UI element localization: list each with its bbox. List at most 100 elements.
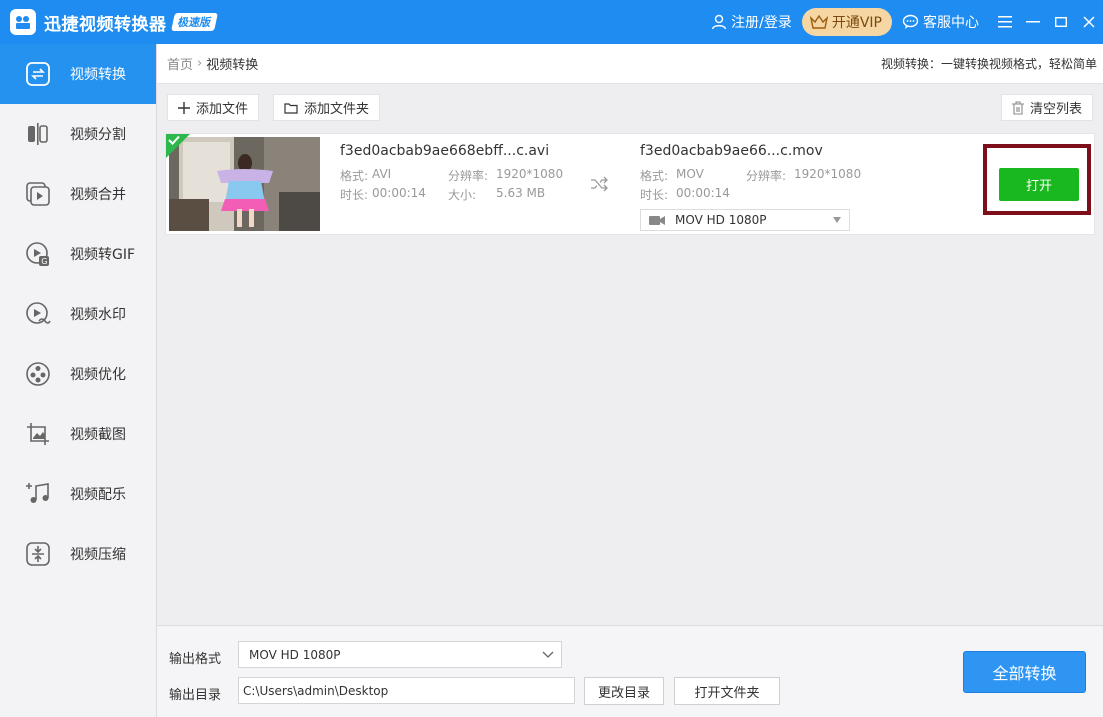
convert-all-button[interactable]: 全部转换 <box>963 651 1086 693</box>
target-resolution-value: 1920*1080 <box>794 167 862 181</box>
target-duration-value: 00:00:14 <box>676 186 730 200</box>
checkmark-icon <box>168 135 180 145</box>
toolbar: 添加文件 添加文件夹 清空列表 <box>157 84 1103 130</box>
breadcrumb-current: 视频转换 <box>206 58 259 73</box>
target-format-dropdown[interactable]: MOV HD 1080P <box>640 209 850 231</box>
plus-icon <box>178 101 190 114</box>
target-resolution-label: 分辨率: <box>746 169 787 183</box>
menu-button[interactable] <box>991 0 1019 44</box>
customer-service-button[interactable]: 客服中心 <box>902 12 979 32</box>
breadcrumb-bar: 首页 › 视频转换 视频转换：一键转换视频格式，轻松简单 <box>157 44 1103 84</box>
change-directory-button[interactable]: 更改目录 <box>584 677 664 705</box>
source-duration-label: 时长: <box>340 188 369 202</box>
page-tagline: 视频转换：一键转换视频格式，轻松简单 <box>880 57 1097 71</box>
screenshot-icon <box>24 420 52 448</box>
trash-icon <box>1012 100 1024 115</box>
breadcrumb-home[interactable]: 首页 <box>167 54 193 73</box>
video-camera-icon <box>649 215 665 225</box>
open-button[interactable]: 打开 <box>999 168 1079 201</box>
hamburger-icon <box>998 16 1012 28</box>
app-title: 迅捷视频转换器 <box>44 14 167 35</box>
clear-list-button[interactable]: 清空列表 <box>1001 94 1094 121</box>
convert-all-label: 全部转换 <box>992 664 1057 683</box>
sidebar-item-video-convert[interactable]: 视频转换 <box>0 44 156 104</box>
app-logo-icon <box>10 9 36 35</box>
login-button[interactable]: 注册/登录 <box>711 12 792 32</box>
folder-icon <box>284 102 298 114</box>
source-size-label: 大小: <box>448 188 477 202</box>
chat-icon <box>902 14 919 29</box>
sidebar-item-video-screenshot[interactable]: 视频截图 <box>0 404 156 464</box>
output-settings-bar: 输出格式 MOV HD 1080P 输出目录 C:\Users\admin\De… <box>157 625 1103 717</box>
add-folder-button[interactable]: 添加文件夹 <box>273 94 381 121</box>
chevron-down-icon <box>833 217 841 223</box>
output-dir-field[interactable]: C:\Users\admin\Desktop <box>238 677 575 704</box>
file-list-item: f3ed0acbab9ae668ebff...c.avi 格式: AVI 分辨率… <box>165 133 1095 235</box>
open-folder-label: 打开文件夹 <box>694 685 760 701</box>
clear-list-label: 清空列表 <box>1030 102 1083 117</box>
service-label: 客服中心 <box>923 15 979 31</box>
crown-icon <box>809 15 828 29</box>
sidebar-item-label: 视频合并 <box>70 187 126 203</box>
minimize-button[interactable] <box>1019 0 1047 44</box>
sidebar-item-video-optimize[interactable]: 视频优化 <box>0 344 156 404</box>
open-button-highlight: 打开 <box>983 144 1091 215</box>
target-file-name: f3ed0acbab9ae66...c.mov <box>640 143 823 159</box>
sidebar-item-label: 视频截图 <box>70 427 126 443</box>
minimize-icon <box>1026 21 1040 23</box>
target-duration-label: 时长: <box>640 188 669 202</box>
source-duration-value: 00:00:14 <box>372 186 426 200</box>
output-dir-label: 输出目录 <box>169 688 222 703</box>
sidebar-item-label: 视频优化 <box>70 367 126 383</box>
svg-text:G: G <box>41 257 47 266</box>
open-button-label: 打开 <box>1025 179 1052 194</box>
chevron-down-icon <box>542 651 554 658</box>
sidebar-item-video-gif[interactable]: G 视频转GIF <box>0 224 156 284</box>
sidebar: 视频转换 视频分割 视频合并 G 视频转GIF 视频水印 视频优化 视频截图 视… <box>0 44 157 717</box>
output-format-dropdown[interactable]: MOV HD 1080P <box>238 641 562 668</box>
source-format-value: AVI <box>372 167 392 181</box>
sidebar-item-label: 视频转换 <box>70 67 126 83</box>
source-format-label: 格式: <box>340 169 369 183</box>
gif-icon: G <box>24 240 52 268</box>
source-size-value: 5.63 MB <box>496 186 546 200</box>
output-dir-value: C:\Users\admin\Desktop <box>243 683 389 698</box>
sidebar-item-video-split[interactable]: 视频分割 <box>0 104 156 164</box>
change-directory-label: 更改目录 <box>597 685 650 701</box>
sidebar-item-video-merge[interactable]: 视频合并 <box>0 164 156 224</box>
close-button[interactable] <box>1075 0 1103 44</box>
watermark-icon <box>24 300 52 328</box>
sidebar-item-video-compress[interactable]: 视频压缩 <box>0 524 156 584</box>
sidebar-item-label: 视频压缩 <box>70 547 126 563</box>
vip-label: 开通VIP <box>831 15 882 31</box>
open-folder-button[interactable]: 打开文件夹 <box>674 677 780 705</box>
add-file-label: 添加文件 <box>196 102 249 117</box>
optimize-icon <box>24 360 52 388</box>
music-icon <box>24 480 52 508</box>
close-icon <box>1083 16 1095 28</box>
maximize-button[interactable] <box>1047 0 1075 44</box>
output-format-label: 输出格式 <box>169 652 222 667</box>
sidebar-item-label: 视频配乐 <box>70 487 126 503</box>
breadcrumb: 首页 › 视频转换 <box>167 54 258 73</box>
target-format-value-label: MOV HD 1080P <box>675 213 767 227</box>
title-bar: 迅捷视频转换器 极速版 注册/登录 开通VIP 客服中心 <box>0 0 1103 44</box>
vip-button[interactable]: 开通VIP <box>801 8 892 36</box>
edition-badge: 极速版 <box>170 13 218 31</box>
source-resolution-value: 1920*1080 <box>496 167 564 181</box>
sidebar-item-video-watermark[interactable]: 视频水印 <box>0 284 156 344</box>
add-folder-label: 添加文件夹 <box>304 102 370 117</box>
output-format-value: MOV HD 1080P <box>249 647 341 662</box>
convert-icon <box>24 60 52 88</box>
add-file-button[interactable]: 添加文件 <box>167 94 260 121</box>
shuffle-icon <box>591 176 608 192</box>
source-file-name: f3ed0acbab9ae668ebff...c.avi <box>340 143 550 159</box>
source-resolution-label: 分辨率: <box>448 169 489 183</box>
user-icon <box>711 14 727 30</box>
target-format-value: MOV <box>676 167 704 181</box>
sidebar-item-video-music[interactable]: 视频配乐 <box>0 464 156 524</box>
compress-icon <box>24 540 52 568</box>
video-thumbnail[interactable] <box>169 137 320 231</box>
sidebar-item-label: 视频分割 <box>70 127 126 143</box>
sidebar-item-label: 视频转GIF <box>70 247 136 263</box>
